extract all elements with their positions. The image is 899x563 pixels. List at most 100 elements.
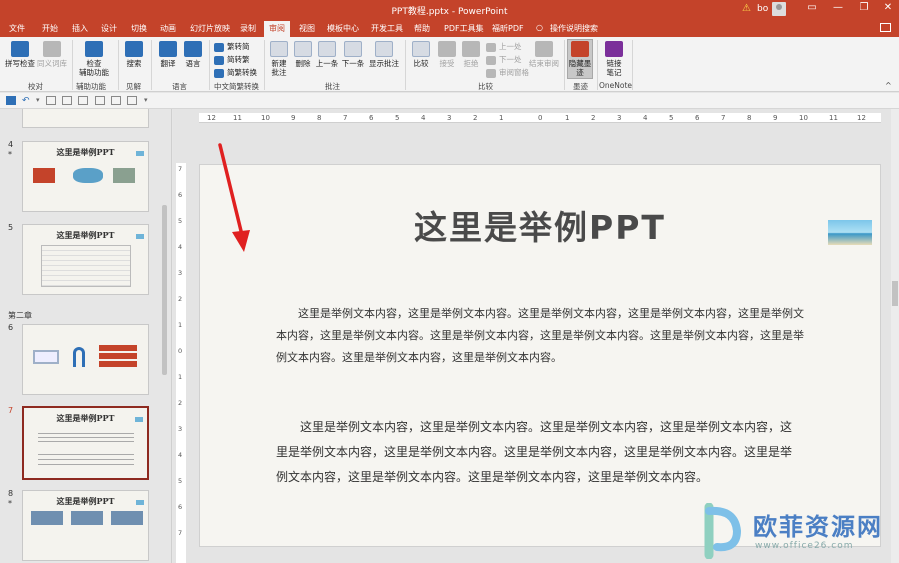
end-review-button[interactable]: 结束审阅	[528, 41, 560, 68]
slide-thumbnail-5[interactable]: 这里是举例PPT	[22, 224, 149, 295]
compare-button[interactable]: 比较	[410, 41, 432, 68]
previous-label: 上一条	[315, 59, 339, 68]
tab-slideshow[interactable]: 幻灯片放映	[190, 23, 230, 34]
delete-comment-button[interactable]: 删除	[292, 41, 314, 68]
undo-dropdown-icon[interactable]: ▾	[36, 96, 46, 105]
thesaurus-label: 同义词库	[37, 59, 67, 68]
qat-icon-4[interactable]	[95, 96, 105, 105]
translate-button[interactable]: 翻译	[155, 41, 181, 68]
qat-icon-3[interactable]	[78, 96, 88, 105]
search-button[interactable]: 搜索	[122, 41, 146, 68]
avatar[interactable]	[772, 2, 786, 16]
tab-transitions[interactable]: 切换	[131, 23, 147, 34]
trad-to-simp-button[interactable]: 繁转简	[214, 41, 250, 52]
next-comment-button[interactable]: 下一条	[340, 41, 366, 68]
thesaurus-button[interactable]: 同义词库	[37, 41, 67, 68]
ruler-tick: 4	[178, 243, 183, 251]
ruler-tick: 12	[207, 114, 216, 122]
reject-button[interactable]: 拒绝	[460, 41, 482, 68]
tab-design[interactable]: 设计	[101, 23, 117, 34]
slide-canvas[interactable]: 这里是举例PPT 这里是举例文本内容，这里是举例文本内容。这里是举例文本内容，这…	[199, 164, 881, 547]
tab-template-center[interactable]: 模板中心	[327, 23, 359, 34]
customize-qat-icon[interactable]: ▾	[144, 96, 154, 105]
tab-pdf-tools[interactable]: PDF工具集	[444, 23, 484, 34]
slide-thumbnail-4[interactable]: 这里是举例PPT	[22, 141, 149, 212]
ribbon-display-icon[interactable]: ▭	[800, 2, 824, 13]
reject-icon	[462, 41, 480, 57]
slide-paragraph-1[interactable]: 这里是举例文本内容，这里是举例文本内容。这里是举例文本内容，这里是举例文本内容，…	[276, 303, 806, 369]
thumbnail-scrollbar[interactable]	[162, 205, 167, 375]
warning-icon[interactable]: ⚠	[742, 3, 751, 14]
slide-image[interactable]	[828, 220, 872, 245]
ruler-tick: 4	[421, 114, 426, 122]
group-proofing: 校对	[28, 82, 43, 91]
undo-icon[interactable]: ↶	[22, 96, 32, 106]
tab-insert[interactable]: 插入	[72, 23, 88, 34]
thumbnail-image	[71, 511, 103, 525]
hide-ink-button[interactable]: 隐藏墨 迹	[567, 41, 593, 77]
qat-icon-6[interactable]	[127, 96, 137, 105]
scrollbar-thumb[interactable]	[892, 281, 898, 306]
tab-home[interactable]: 开始	[42, 23, 58, 34]
lightbulb-icon: ○	[536, 23, 543, 32]
accept-button[interactable]: 接受	[436, 41, 458, 68]
ruler-tick: 3	[447, 114, 452, 122]
ruler-tick: 11	[233, 114, 242, 122]
comment-icon[interactable]	[880, 23, 891, 32]
thumbnail-text	[38, 430, 134, 442]
ruler-tick: 5	[669, 114, 674, 122]
section-header[interactable]: 第二章	[8, 310, 32, 321]
tab-animations[interactable]: 动画	[160, 23, 176, 34]
language-button[interactable]: 语言	[181, 41, 205, 68]
close-button[interactable]: ✕	[876, 2, 899, 13]
save-icon[interactable]	[6, 96, 16, 105]
comment-label: 批注	[271, 68, 287, 77]
slide-thumbnail-7-selected[interactable]: 这里是举例PPT	[22, 406, 149, 480]
previous-icon	[318, 41, 336, 57]
slide-title[interactable]: 这里是举例PPT	[200, 201, 880, 249]
restore-button[interactable]: ❐	[852, 2, 876, 13]
show-comments-button[interactable]: 显示批注	[368, 41, 400, 68]
tab-record[interactable]: 录制	[240, 23, 256, 34]
thumbnail-image	[136, 151, 144, 156]
minimize-button[interactable]: —	[826, 2, 850, 13]
show-comments-label: 显示批注	[369, 59, 399, 68]
slide-thumbnail-3[interactable]	[22, 109, 149, 128]
ruler-tick: 8	[747, 114, 752, 122]
tab-developer[interactable]: 开发工具	[371, 23, 403, 34]
next-change-button[interactable]: 下一处	[486, 54, 522, 65]
slide-thumbnail-8[interactable]: 这里是举例PPT	[22, 490, 149, 561]
ribbon: 拼写检查 同义词库 校对 检查 辅助功能 辅助功能 搜索 见解 翻译 语言 语言…	[0, 37, 899, 92]
editor-scrollbar[interactable]	[891, 109, 899, 563]
spelling-icon	[11, 41, 29, 57]
new-comment-button[interactable]: 新建 批注	[267, 41, 291, 77]
slide-thumbnail-6[interactable]	[22, 324, 149, 395]
prev-change-button[interactable]: 上一处	[486, 41, 522, 52]
ruler-tick: 4	[178, 451, 183, 459]
qat-icon-1[interactable]	[46, 96, 56, 105]
qat-icon-5[interactable]	[111, 96, 121, 105]
group-compare: 比较	[478, 82, 493, 91]
tab-review[interactable]: 审阅	[264, 21, 290, 37]
slide-paragraph-2[interactable]: 这里是举例文本内容，这里是举例文本内容。这里是举例文本内容，这里是举例文本内容，…	[276, 415, 794, 490]
slide-number: 4	[8, 140, 14, 149]
qat-icon-2[interactable]	[62, 96, 72, 105]
tab-view[interactable]: 视图	[299, 23, 315, 34]
tell-me-search[interactable]: 操作说明搜索	[550, 23, 598, 34]
previous-comment-button[interactable]: 上一条	[314, 41, 340, 68]
reviewing-pane-button[interactable]: 审阅窗格	[486, 67, 529, 78]
thumbnail-title: 这里是举例PPT	[56, 147, 115, 157]
collapse-ribbon-icon[interactable]: ^	[885, 81, 892, 90]
simp-to-trad-button[interactable]: 简转繁	[214, 54, 250, 65]
tab-foxit-pdf[interactable]: 福昕PDF	[492, 23, 524, 34]
check-accessibility-button[interactable]: 检查 辅助功能	[76, 41, 112, 77]
tab-help[interactable]: 帮助	[414, 23, 430, 34]
group-separator	[209, 40, 210, 90]
simp-to-trad-label: 简转繁	[227, 55, 250, 64]
tab-file[interactable]: 文件	[9, 23, 25, 34]
spelling-button[interactable]: 拼写检查	[5, 41, 35, 68]
simp-trad-convert-button[interactable]: 简繁转换	[214, 67, 257, 78]
ruler-tick: 11	[829, 114, 838, 122]
linked-notes-button[interactable]: 链接 笔记	[601, 41, 627, 77]
user-name[interactable]: bo	[757, 4, 768, 14]
